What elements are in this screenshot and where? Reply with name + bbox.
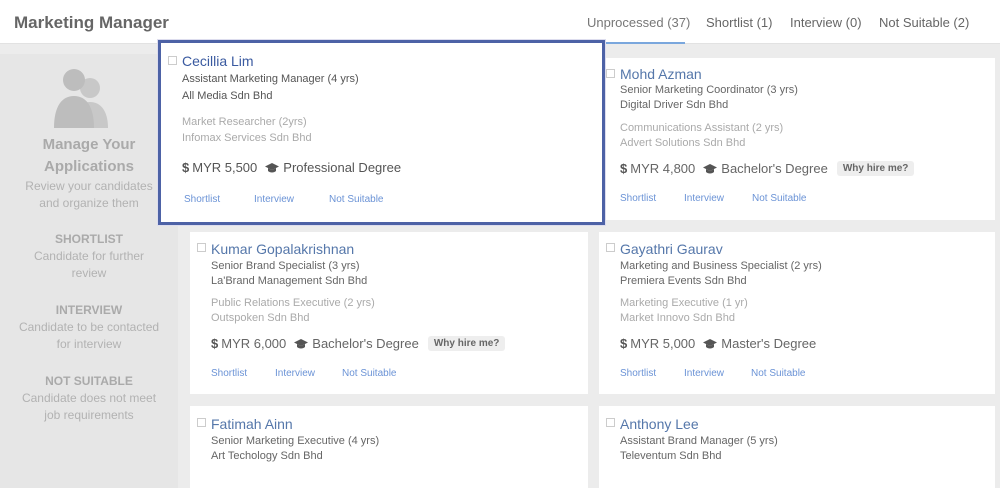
help-sidebar: Manage Your Applications Review your can…: [0, 54, 178, 488]
shortlist-button[interactable]: Shortlist: [211, 368, 247, 379]
currency-icon: $: [211, 336, 219, 351]
candidate-meta: $ MYR 5,000 Master's Degree: [620, 336, 816, 351]
candidate-role: Assistant Marketing Manager (4 yrs): [182, 73, 359, 85]
sidebar-interview-desc-line2: for interview: [56, 337, 122, 351]
checkbox-icon[interactable]: [606, 243, 615, 252]
education-level: Bachelor's Degree: [312, 336, 419, 351]
sidebar-interview-desc-line1: Candidate to be contacted: [18, 320, 160, 334]
people-icon: [54, 69, 108, 128]
previous-role: Marketing Executive (1 yr): [620, 297, 748, 309]
candidate-role: Assistant Brand Manager (5 yrs): [620, 435, 778, 447]
sidebar-interview-heading: INTERVIEW: [55, 303, 123, 317]
previous-company: Advert Solutions Sdn Bhd: [620, 137, 746, 149]
not-suitable-button[interactable]: Not Suitable: [342, 368, 396, 379]
candidate-role: Marketing and Business Specialist (2 yrs…: [620, 260, 822, 272]
tab-shortlist[interactable]: Shortlist (1): [706, 15, 772, 30]
previous-company: Outspoken Sdn Bhd: [211, 312, 310, 324]
currency-icon: $: [620, 161, 628, 176]
expected-salary: MYR 5,000: [630, 336, 696, 351]
expected-salary: MYR 6,000: [221, 336, 287, 351]
candidate-company: All Media Sdn Bhd: [182, 90, 273, 102]
candidate-role: Senior Marketing Coordinator (3 yrs): [620, 84, 798, 96]
previous-role: Market Researcher (2yrs): [182, 116, 307, 128]
expected-salary: MYR 5,500: [192, 160, 258, 175]
not-suitable-button[interactable]: Not Suitable: [752, 193, 806, 204]
candidate-name[interactable]: Kumar Gopalakrishnan: [211, 241, 354, 257]
tab-interview[interactable]: Interview (0): [790, 15, 862, 30]
currency-icon: $: [182, 160, 190, 175]
shortlist-button[interactable]: Shortlist: [184, 194, 220, 205]
candidate-meta: $ MYR 4,800 Bachelor's Degree Why hire m…: [620, 161, 915, 176]
graduation-cap-icon: [265, 162, 280, 172]
checkbox-icon[interactable]: [606, 69, 615, 78]
sidebar-not-suitable-heading: NOT SUITABLE: [45, 374, 133, 388]
sidebar-not-suitable-desc-line1: Candidate does not meet: [21, 391, 157, 405]
currency-icon: $: [620, 336, 628, 351]
sidebar-shortlist-desc-line1: Candidate for further: [33, 249, 145, 263]
candidate-role: Senior Marketing Executive (4 yrs): [211, 435, 380, 447]
checkbox-icon[interactable]: [197, 418, 206, 427]
candidate-name[interactable]: Fatimah Ainn: [211, 416, 293, 432]
candidate-name[interactable]: Gayathri Gaurav: [620, 241, 723, 257]
candidate-name[interactable]: Anthony Lee: [620, 416, 699, 432]
expected-salary: MYR 4,800: [630, 161, 696, 176]
shortlist-button[interactable]: Shortlist: [620, 368, 656, 379]
candidate-card[interactable]: Kumar Gopalakrishnan Senior Brand Specia…: [190, 232, 588, 394]
candidate-name[interactable]: Mohd Azman: [620, 66, 702, 82]
candidate-card[interactable]: Gayathri Gaurav Marketing and Business S…: [599, 232, 995, 394]
previous-company: Market Innovo Sdn Bhd: [620, 312, 735, 324]
sidebar-not-suitable-desc-line2: job requirements: [44, 408, 134, 422]
interview-button[interactable]: Interview: [684, 368, 724, 379]
sidebar-shortlist-desc-line2: review: [71, 266, 107, 280]
candidate-card[interactable]: Fatimah Ainn Senior Marketing Executive …: [190, 406, 588, 488]
education-level: Master's Degree: [721, 336, 817, 351]
education-level: Professional Degree: [283, 160, 402, 175]
checkbox-icon[interactable]: [606, 418, 615, 427]
previous-role: Communications Assistant (2 yrs): [620, 122, 784, 134]
candidate-company: Televentum Sdn Bhd: [620, 450, 722, 462]
checkbox-icon[interactable]: [168, 56, 177, 65]
candidate-role: Senior Brand Specialist (3 yrs): [211, 260, 360, 272]
sidebar-subtitle-line2: and organize them: [39, 196, 139, 210]
education-level: Bachelor's Degree: [721, 161, 828, 176]
candidate-company: La'Brand Management Sdn Bhd: [211, 275, 368, 287]
sidebar-subtitle-line1: Review your candidates: [25, 179, 153, 193]
candidate-card[interactable]: Mohd Azman Senior Marketing Coordinator …: [599, 58, 995, 220]
shortlist-button[interactable]: Shortlist: [620, 193, 656, 204]
graduation-cap-icon: [703, 338, 718, 348]
candidate-meta: $ MYR 6,000 Bachelor's Degree Why hire m…: [211, 336, 506, 351]
candidate-company: Digital Driver Sdn Bhd: [620, 99, 729, 111]
previous-role: Public Relations Executive (2 yrs): [211, 297, 375, 309]
not-suitable-button[interactable]: Not Suitable: [329, 194, 383, 205]
tab-unprocessed[interactable]: Unprocessed (37): [587, 15, 690, 30]
why-hire-me-button[interactable]: Why hire me?: [836, 161, 915, 176]
sidebar-shortlist-heading: SHORTLIST: [55, 232, 123, 246]
why-hire-me-button[interactable]: Why hire me?: [427, 336, 506, 351]
candidate-card-selected[interactable]: Cecillia Lim Assistant Marketing Manager…: [158, 40, 605, 225]
candidate-name[interactable]: Cecillia Lim: [182, 53, 254, 69]
interview-button[interactable]: Interview: [254, 194, 294, 205]
candidate-company: Art Techology Sdn Bhd: [211, 450, 323, 462]
not-suitable-button[interactable]: Not Suitable: [751, 368, 805, 379]
checkbox-icon[interactable]: [197, 243, 206, 252]
sidebar-title-line2: Applications: [43, 158, 134, 175]
candidate-meta: $ MYR 5,500 Professional Degree: [182, 160, 401, 175]
graduation-cap-icon: [703, 163, 718, 173]
top-bar: Marketing Manager Unprocessed (37) Short…: [0, 0, 1000, 44]
interview-button[interactable]: Interview: [275, 368, 315, 379]
interview-button[interactable]: Interview: [684, 193, 724, 204]
candidate-company: Premiera Events Sdn Bhd: [620, 275, 747, 287]
page-title: Marketing Manager: [14, 13, 169, 32]
graduation-cap-icon: [294, 338, 309, 348]
previous-company: Infomax Services Sdn Bhd: [182, 132, 312, 144]
sidebar-title-line1: Manage Your: [42, 136, 136, 153]
candidate-card[interactable]: Anthony Lee Assistant Brand Manager (5 y…: [599, 406, 995, 488]
tab-not-suitable[interactable]: Not Suitable (2): [879, 15, 969, 30]
